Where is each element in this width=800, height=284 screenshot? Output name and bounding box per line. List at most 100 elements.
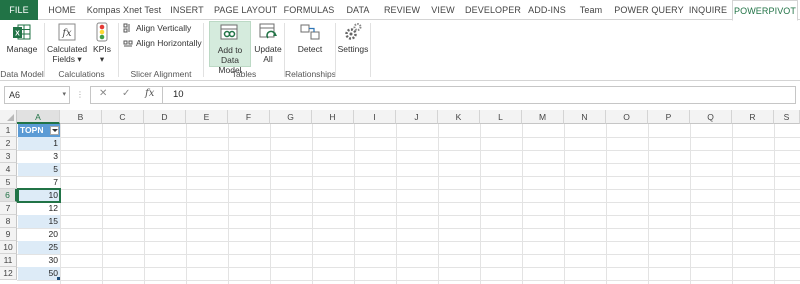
formula-bar-grip-icon[interactable]: ⋮: [76, 91, 84, 99]
select-all-corner[interactable]: [0, 110, 17, 124]
settings-button[interactable]: Settings: [337, 21, 369, 61]
group-label-slicer-alignment: Slicer Alignment: [130, 69, 192, 79]
group-label-relationships: Relationships: [285, 69, 337, 79]
tab-add-ins[interactable]: ADD-INS: [526, 0, 568, 20]
tab-formulas[interactable]: FORMULAS: [282, 0, 336, 20]
column-header-s[interactable]: S: [774, 110, 800, 124]
gridline: [17, 241, 800, 242]
row-header-7[interactable]: 7: [0, 202, 17, 215]
table-cell[interactable]: 7: [18, 176, 60, 189]
gridline: [17, 280, 800, 281]
insert-function-fx-icon[interactable]: fx: [145, 88, 154, 99]
gridline: [564, 124, 565, 284]
tab-developer[interactable]: DEVELOPER: [464, 0, 522, 20]
table-cell[interactable]: 12: [18, 202, 60, 215]
gridline: [17, 215, 800, 216]
row-header-6[interactable]: 6: [0, 189, 17, 202]
name-box-dropdown-icon[interactable]: ▾: [62, 87, 66, 103]
worksheet-grid[interactable]: A B C D E F G H I J K L M N O P Q R S 1 …: [0, 110, 800, 284]
column-header-o[interactable]: O: [606, 110, 648, 124]
table-header-cell[interactable]: TOPN: [18, 124, 60, 137]
add-to-data-model-label-1: Add to: [217, 45, 243, 55]
table-cell[interactable]: 1: [18, 137, 60, 150]
manage-button[interactable]: X Manage: [4, 21, 40, 61]
column-header-c[interactable]: C: [102, 110, 144, 124]
align-horizontally-button[interactable]: Align Horizontally: [123, 38, 202, 48]
column-header-q[interactable]: Q: [690, 110, 732, 124]
gridline: [690, 124, 691, 284]
column-header-m[interactable]: M: [522, 110, 564, 124]
column-header-e[interactable]: E: [186, 110, 228, 124]
row-header-11[interactable]: 11: [0, 254, 17, 267]
column-header-k[interactable]: K: [438, 110, 480, 124]
gridline: [732, 124, 733, 284]
gridline: [774, 124, 775, 284]
row-header-4[interactable]: 4: [0, 163, 17, 176]
tab-kompas-xnet-test[interactable]: Kompas Xnet Test: [86, 0, 162, 20]
active-cell[interactable]: 10: [17, 188, 61, 203]
tab-inquire[interactable]: INQUIRE: [688, 0, 728, 20]
gridline: [17, 176, 800, 177]
tab-insert[interactable]: INSERT: [166, 0, 208, 20]
table-resize-handle[interactable]: [57, 277, 60, 280]
tab-view[interactable]: VIEW: [428, 0, 458, 20]
enter-check-icon[interactable]: ✓: [122, 88, 130, 99]
tab-team[interactable]: Team: [574, 0, 608, 20]
gridline: [17, 137, 800, 138]
column-header-r[interactable]: R: [732, 110, 774, 124]
table-cell[interactable]: 5: [18, 163, 60, 176]
row-header-2[interactable]: 2: [0, 137, 17, 150]
column-header-j[interactable]: J: [396, 110, 438, 124]
column-header-p[interactable]: P: [648, 110, 690, 124]
row-header-5[interactable]: 5: [0, 176, 17, 189]
column-header-n[interactable]: N: [564, 110, 606, 124]
column-header-g[interactable]: G: [270, 110, 312, 124]
column-header-l[interactable]: L: [480, 110, 522, 124]
calculated-fields-button[interactable]: fx Calculated Fields ▾: [47, 21, 87, 65]
row-header-9[interactable]: 9: [0, 228, 17, 241]
detect-label: Detect: [297, 44, 323, 54]
tab-home[interactable]: HOME: [44, 0, 80, 20]
cancel-icon[interactable]: ✕: [99, 88, 107, 99]
detect-relationships-icon: [300, 24, 320, 40]
update-all-label-1: Update: [254, 44, 282, 54]
row-header-12[interactable]: 12: [0, 267, 17, 280]
detect-button[interactable]: Detect: [293, 21, 327, 61]
add-to-data-model-button[interactable]: Add to Data Model: [209, 21, 251, 75]
name-box[interactable]: A6 ▾: [4, 86, 70, 104]
column-header-i[interactable]: I: [354, 110, 396, 124]
column-header-a[interactable]: A: [17, 110, 60, 124]
group-label-data-model: Data Model: [0, 69, 44, 79]
gears-icon: [345, 23, 362, 40]
kpis-button[interactable]: KPIs ▾: [90, 21, 114, 65]
formula-input[interactable]: 10: [162, 86, 796, 104]
column-header-d[interactable]: D: [144, 110, 186, 124]
group-slicer-alignment: Align Vertically Align Horizontally Slic…: [119, 20, 203, 81]
row-header-10[interactable]: 10: [0, 241, 17, 254]
column-header-h[interactable]: H: [312, 110, 354, 124]
align-vertically-button[interactable]: Align Vertically: [123, 23, 191, 33]
table-cell[interactable]: 3: [18, 150, 60, 163]
kpis-label: KPIs: [93, 44, 111, 54]
table-cell[interactable]: 15: [18, 215, 60, 228]
row-header-1[interactable]: 1: [0, 124, 17, 137]
tab-data[interactable]: DATA: [342, 0, 374, 20]
formula-bar-buttons: ✕ ✓ fx: [90, 86, 162, 104]
table-cell[interactable]: 25: [18, 241, 60, 254]
update-all-button[interactable]: Update All: [254, 21, 282, 67]
align-vertically-label: Align Vertically: [136, 23, 192, 33]
tab-power-query[interactable]: POWER QUERY: [614, 0, 684, 20]
tab-review[interactable]: REVIEW: [382, 0, 422, 20]
table-cell[interactable]: 20: [18, 228, 60, 241]
row-header-8[interactable]: 8: [0, 215, 17, 228]
tab-file[interactable]: FILE: [0, 0, 38, 20]
svg-text:fx: fx: [61, 28, 72, 39]
column-header-f[interactable]: F: [228, 110, 270, 124]
table-cell[interactable]: 30: [18, 254, 60, 267]
row-header-3[interactable]: 3: [0, 150, 17, 163]
table-cell[interactable]: 50: [18, 267, 60, 280]
column-header-b[interactable]: B: [60, 110, 102, 124]
tab-page-layout[interactable]: PAGE LAYOUT: [214, 0, 277, 20]
filter-dropdown-icon[interactable]: [50, 126, 59, 135]
tab-powerpivot[interactable]: POWERPIVOT: [732, 0, 798, 21]
